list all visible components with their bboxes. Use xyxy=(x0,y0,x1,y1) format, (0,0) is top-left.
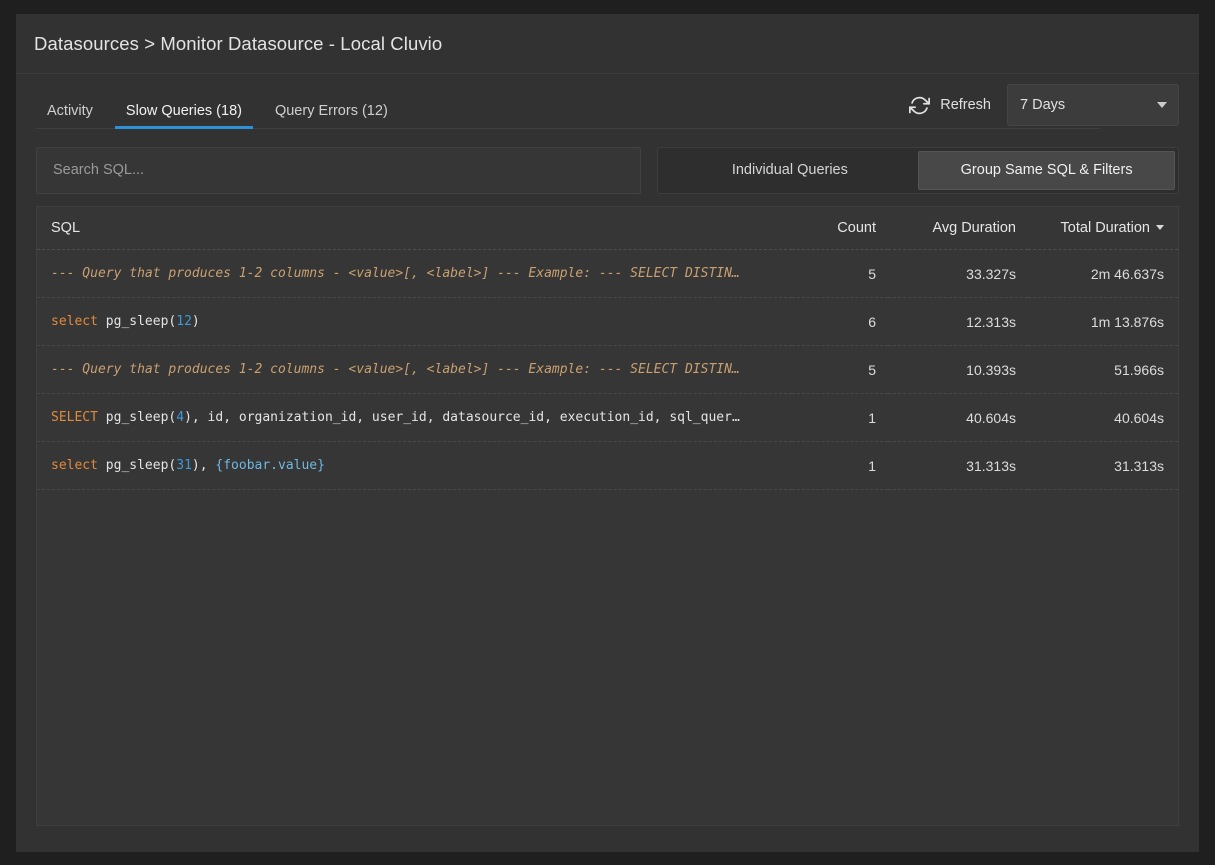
cell-avg-duration: 12.313s xyxy=(888,297,1028,346)
cell-total-duration: 51.966s xyxy=(1028,345,1178,394)
view-mode-segmented-control: Individual Queries Group Same SQL & Filt… xyxy=(657,146,1179,194)
filter-row: Individual Queries Group Same SQL & Filt… xyxy=(36,138,1179,200)
sql-token-plain: pg_sleep( xyxy=(97,458,177,473)
tab-row: Activity Slow Queries (18) Query Errors … xyxy=(36,74,1179,138)
column-header-sql[interactable]: SQL xyxy=(37,207,792,250)
sql-token-plain: pg_sleep( xyxy=(97,410,177,425)
table-row[interactable]: select pg_sleep(31), {foobar.value} 1 31.3… xyxy=(37,441,1178,490)
sql-token-var: {foobar.value} xyxy=(215,458,325,473)
sql-token-number: 12 xyxy=(176,314,192,329)
tab-slow-queries[interactable]: Slow Queries (18) xyxy=(114,103,254,129)
column-header-total-duration-label: Total Duration xyxy=(1060,220,1150,236)
cell-avg-duration: 40.604s xyxy=(888,393,1028,442)
sort-chevron-down-icon xyxy=(1156,224,1164,230)
cell-total-duration: 2m 46.637s xyxy=(1028,249,1178,298)
cell-avg-duration: 10.393s xyxy=(888,345,1028,394)
cell-count: 1 xyxy=(792,441,888,490)
sql-token-plain: ), id, organization_id, user_id, datasou… xyxy=(184,410,740,425)
time-range-select[interactable]: 7 Days xyxy=(1007,84,1179,126)
column-header-count[interactable]: Count xyxy=(792,207,888,250)
table-header: SQL Count Avg Duration Total Duration xyxy=(37,207,1178,250)
cell-avg-duration: 31.313s xyxy=(888,441,1028,490)
sql-token-keyword: select xyxy=(51,458,98,473)
cell-count: 5 xyxy=(792,249,888,298)
sql-token-keyword: select xyxy=(51,314,98,329)
table-empty-space xyxy=(37,489,1178,780)
app-panel: Datasources > Monitor Datasource - Local… xyxy=(16,14,1199,852)
sql-token-keyword: SELECT xyxy=(51,410,98,425)
cell-count: 5 xyxy=(792,345,888,394)
table-header-row: SQL Count Avg Duration Total Duration xyxy=(37,207,1178,250)
toolbar-right: Refresh 7 Days xyxy=(907,84,1179,126)
cell-sql: SELECT pg_sleep(4), id, organization_id,… xyxy=(37,393,792,442)
cell-sql: select pg_sleep(12) xyxy=(37,297,792,346)
refresh-icon xyxy=(909,95,931,116)
table-row[interactable]: --- Query that produces 1-2 columns - <v… xyxy=(37,249,1178,298)
sql-token-plain: ) xyxy=(191,314,200,329)
breadcrumb: Datasources > Monitor Datasource - Local… xyxy=(34,32,443,54)
segment-individual-queries[interactable]: Individual Queries xyxy=(661,151,918,190)
refresh-button[interactable]: Refresh xyxy=(907,91,993,120)
column-header-avg-duration[interactable]: Avg Duration xyxy=(888,207,1028,250)
table-row[interactable]: SELECT pg_sleep(4), id, organization_id,… xyxy=(37,393,1178,442)
table-row[interactable]: select pg_sleep(12) 6 12.313s 1m 13.876s xyxy=(37,297,1178,346)
sql-token-comment: --- Query that produces 1-2 columns - <v… xyxy=(51,362,740,377)
table-empty-space-cell xyxy=(37,489,1178,780)
search-input[interactable] xyxy=(36,146,642,194)
slow-queries-table: SQL Count Avg Duration Total Duration --… xyxy=(37,207,1178,780)
slow-queries-table-container: SQL Count Avg Duration Total Duration --… xyxy=(36,206,1179,826)
column-header-total-duration[interactable]: Total Duration xyxy=(1028,207,1178,250)
tab-activity[interactable]: Activity xyxy=(36,103,104,129)
panel-body: Activity Slow Queries (18) Query Errors … xyxy=(16,74,1199,852)
table-row[interactable]: --- Query that produces 1-2 columns - <v… xyxy=(37,345,1178,394)
tab-query-errors[interactable]: Query Errors (12) xyxy=(264,103,399,129)
cell-sql: --- Query that produces 1-2 columns - <v… xyxy=(37,345,792,394)
table-body: --- Query that produces 1-2 columns - <v… xyxy=(37,249,1178,780)
cell-count: 6 xyxy=(792,297,888,346)
time-range-value: 7 Days xyxy=(1020,97,1066,113)
segment-group-same-sql[interactable]: Group Same SQL & Filters xyxy=(918,150,1175,190)
sql-token-plain: ), xyxy=(191,458,216,473)
sql-token-comment: --- Query that produces 1-2 columns - <v… xyxy=(51,266,740,281)
cell-sql: select pg_sleep(31), {foobar.value} xyxy=(37,441,792,490)
cell-total-duration: 40.604s xyxy=(1028,393,1178,442)
chevron-down-icon xyxy=(1157,102,1167,108)
cell-sql: --- Query that produces 1-2 columns - <v… xyxy=(37,249,792,298)
sql-token-number: 4 xyxy=(176,410,185,425)
sql-token-number: 31 xyxy=(176,458,192,473)
cell-count: 1 xyxy=(792,393,888,442)
sql-token-plain: pg_sleep( xyxy=(97,314,177,329)
cell-total-duration: 1m 13.876s xyxy=(1028,297,1178,346)
page-header: Datasources > Monitor Datasource - Local… xyxy=(16,14,1199,74)
cell-total-duration: 31.313s xyxy=(1028,441,1178,490)
cell-avg-duration: 33.327s xyxy=(888,249,1028,298)
refresh-label: Refresh xyxy=(940,97,991,113)
